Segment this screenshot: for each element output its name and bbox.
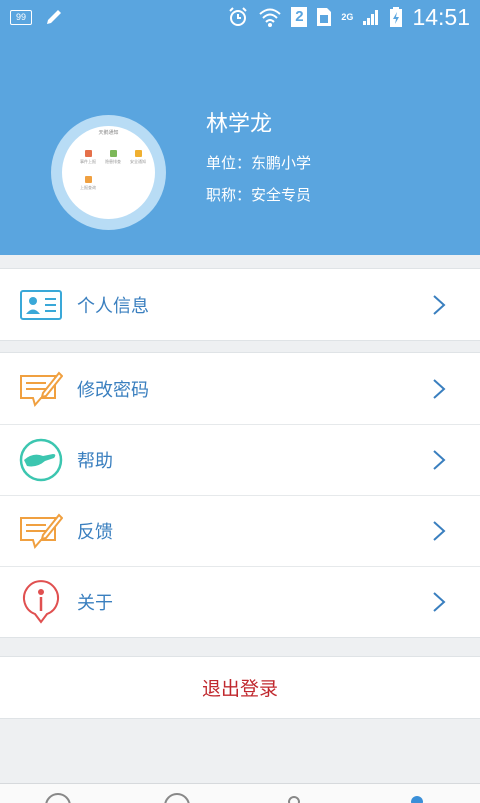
menu-item-label: 个人信息 (77, 295, 149, 317)
avatar-cell: 上报查询 (76, 176, 100, 191)
sim-card-icon (317, 8, 332, 26)
wifi-icon (259, 8, 282, 27)
user-unit: 单位：东鹏小学 (206, 154, 312, 172)
menu-item-feedback[interactable]: 反馈 (0, 495, 480, 566)
menu-item-label: 关于 (77, 593, 113, 614)
chevron-right-icon (433, 294, 446, 315)
user-name: 林学龙 (206, 112, 273, 137)
alarm-icon (229, 7, 248, 26)
contacts-tab-icon[interactable] (282, 792, 312, 803)
bottom-nav (0, 783, 480, 803)
id-card-icon (20, 289, 62, 320)
logout-button[interactable]: 退出登录 (0, 656, 480, 719)
helping-hand-icon (19, 438, 63, 482)
logout-label: 退出登录 (201, 678, 278, 700)
avatar[interactable]: 天鹅通知 事件上报 隐患排查 安全通知 上报查询 (51, 115, 166, 230)
chevron-right-icon (433, 450, 446, 470)
profile-tab-icon[interactable] (402, 792, 432, 803)
menu-group-settings: 修改密码 帮助 反馈 关于 (0, 352, 480, 638)
charging-icon (390, 7, 403, 27)
avatar-image: 天鹅通知 事件上报 隐患排查 安全通知 上报查询 (62, 126, 155, 219)
info-pin-icon (23, 580, 59, 624)
menu-item-label: 反馈 (77, 522, 113, 543)
avatar-topline: 天鹅通知 (98, 130, 119, 136)
message-tab-icon[interactable] (162, 792, 192, 803)
network-type: 2G (341, 12, 354, 22)
menu-item-help[interactable]: 帮助 (0, 424, 480, 495)
edit-icon (47, 10, 61, 24)
avatar-cell: 安全通知 (126, 150, 150, 165)
avatar-cell: 事件上报 (76, 150, 100, 165)
battery-icon: 99 (10, 9, 32, 25)
sim-icon: 2 (291, 7, 308, 27)
status-bar: 99 2 2G 14:51 (0, 0, 480, 34)
user-title: 职称：安全专员 (206, 186, 312, 204)
avatar-cell: 隐患排查 (101, 150, 125, 165)
profile-header: 天鹅通知 事件上报 隐患排查 安全通知 上报查询 林学龙 单位：东鹏小学 职称：… (0, 34, 480, 255)
signal-icon (363, 10, 379, 25)
home-tab-icon[interactable] (43, 792, 73, 803)
menu-item-label: 修改密码 (77, 379, 149, 401)
chevron-right-icon (433, 592, 446, 612)
chevron-right-icon (433, 521, 446, 541)
menu-item-personal-info[interactable]: 个人信息 (0, 269, 480, 340)
menu-item-about[interactable]: 关于 (0, 566, 480, 637)
battery-level: 99 (15, 11, 26, 22)
feedback-icon (20, 513, 63, 550)
menu-item-label: 帮助 (77, 451, 113, 472)
menu-item-change-password[interactable]: 修改密码 (0, 353, 480, 424)
menu-group-account: 个人信息 (0, 268, 480, 341)
edit-note-icon (20, 371, 63, 407)
clock: 14:51 (412, 3, 470, 30)
chevron-right-icon (433, 378, 446, 399)
